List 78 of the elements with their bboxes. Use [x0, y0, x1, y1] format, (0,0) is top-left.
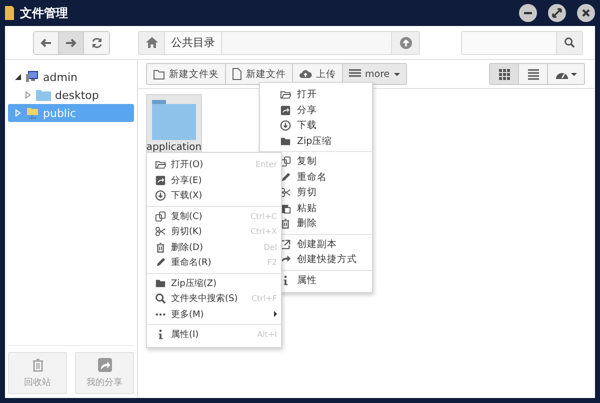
trash-icon	[280, 218, 291, 230]
window-title: 文件管理	[20, 4, 68, 22]
pencil-icon	[155, 257, 166, 268]
folder-icon	[155, 278, 166, 289]
external-link-icon	[280, 238, 291, 250]
menu-item[interactable]: 更多(M)	[147, 306, 281, 322]
tree-item[interactable]: admin	[8, 68, 134, 86]
folder-open-icon	[280, 89, 291, 100]
scissors-icon	[280, 187, 291, 198]
download-icon	[155, 190, 166, 202]
menu-item[interactable]: 打开	[260, 87, 372, 102]
close-button[interactable]	[577, 4, 595, 22]
more-dropdown[interactable]: more	[343, 64, 406, 84]
menu-item[interactable]: 删除(D) Del	[147, 240, 281, 255]
menu-item[interactable]: 下载	[260, 118, 372, 134]
menu-item[interactable]: 下载(X)	[147, 188, 281, 204]
computer-icon	[26, 71, 39, 83]
menu-item[interactable]: 剪切(K) Ctrl+X	[147, 224, 281, 240]
share-icon	[155, 174, 166, 186]
right-arrow-icon	[65, 38, 77, 48]
tree-item[interactable]: desktop	[8, 86, 134, 104]
share-icon	[98, 358, 112, 372]
caret-icon	[570, 72, 576, 76]
list-icon	[528, 68, 538, 80]
grid-view-button[interactable]	[490, 64, 519, 84]
toolbar-button[interactable]: 新建文件	[226, 64, 293, 84]
home-icon	[146, 37, 158, 48]
folder-open-icon	[155, 159, 166, 170]
menu-item[interactable]: 打开(O) Enter	[147, 157, 281, 172]
file-icon	[232, 68, 242, 80]
submenu-arrow-icon	[274, 311, 277, 318]
list-view-button[interactable]	[519, 64, 548, 84]
download-icon	[280, 120, 291, 132]
trash-icon	[32, 358, 44, 372]
folder-icon	[280, 136, 291, 147]
up-button[interactable]	[391, 32, 419, 54]
menu-item[interactable]: 属性(I) Alt+I	[147, 327, 281, 342]
pencil-icon	[280, 172, 291, 183]
expand-icon	[552, 8, 562, 18]
network-folder-icon	[26, 107, 39, 119]
left-arrow-icon	[40, 38, 52, 48]
refresh-button[interactable]	[84, 32, 109, 54]
caret-icon	[394, 72, 400, 76]
menu-item[interactable]: 分享(E)	[147, 172, 281, 188]
scissors-icon	[155, 226, 166, 238]
home-button[interactable]	[139, 32, 165, 54]
up-arrow-icon	[400, 36, 412, 48]
close-icon	[581, 8, 591, 18]
grid-icon	[498, 68, 510, 80]
back-button[interactable]	[34, 32, 59, 54]
minimize-button[interactable]	[519, 4, 537, 22]
folder-icon	[5, 6, 14, 20]
expand-icon[interactable]	[24, 91, 32, 99]
list-icon	[349, 69, 361, 79]
menu-item[interactable]: 重命名(R) F2	[147, 255, 281, 270]
refresh-icon	[90, 36, 102, 48]
search-field[interactable]	[461, 30, 583, 54]
menu-item[interactable]: Zip压缩	[260, 134, 372, 149]
menu-item[interactable]: 文件夹中搜索(S) Ctrl+F	[147, 291, 281, 306]
cloud-upload-icon	[299, 69, 312, 79]
copy-icon	[155, 210, 166, 222]
folder-icon	[153, 68, 165, 80]
trash-icon	[155, 242, 166, 253]
view-options-button[interactable]	[548, 64, 584, 84]
toolbar-button[interactable]: 新建文件夹	[147, 64, 226, 84]
folder-icon	[36, 89, 51, 101]
maximize-button[interactable]	[548, 4, 566, 22]
toolbar-button[interactable]: 上传	[293, 64, 343, 84]
search-button[interactable]	[556, 32, 582, 54]
menu-item[interactable]: Zip压缩(Z)	[147, 276, 281, 291]
menu-item[interactable]: 复制(C) Ctrl+C	[147, 208, 281, 224]
forward-button[interactable]	[59, 32, 84, 54]
folder-icon	[150, 98, 198, 140]
menu-item[interactable]: 分享	[260, 102, 372, 118]
share-icon	[280, 104, 291, 116]
collapse-icon[interactable]	[14, 73, 22, 81]
search-icon	[155, 293, 166, 304]
search-icon	[564, 37, 575, 48]
